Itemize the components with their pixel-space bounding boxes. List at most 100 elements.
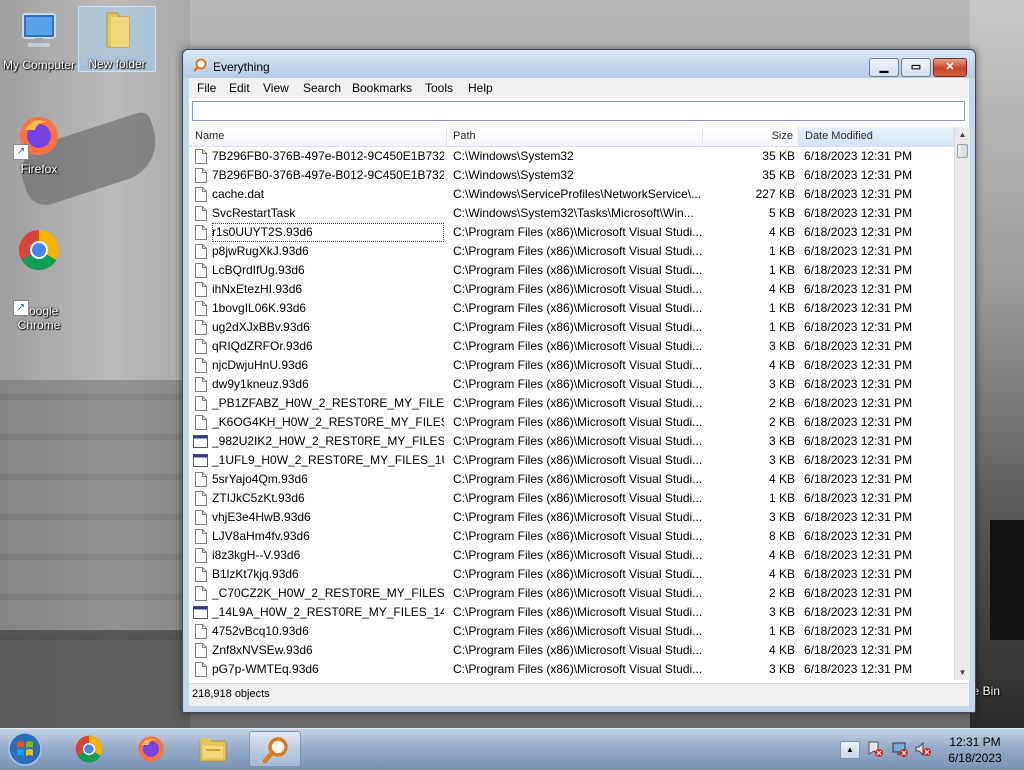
table-row[interactable]: ihNxEtezHI.93d6 C:\Program Files (x86)\Mi… (189, 280, 954, 299)
table-row[interactable]: 5srYajo4Qm.93d6 C:\Program Files (x86)\Mi… (189, 470, 954, 489)
cell-path: C:\Program Files (x86)\Microsoft Visual … (453, 605, 703, 619)
maximize-button[interactable]: ▭ (901, 58, 931, 77)
file-icon (195, 282, 207, 297)
table-row[interactable]: qRIQdZRFOr.93d6 C:\Program Files (x86)\Mi… (189, 337, 954, 356)
table-row[interactable]: B1lzKt7kjq.93d6 C:\Program Files (x86)\Mi… (189, 565, 954, 584)
desktop-icon-my-computer[interactable]: My Computer (1, 8, 77, 72)
cell-path: C:\Windows\ServiceProfiles\NetworkServic… (453, 187, 702, 201)
table-row[interactable]: _C70CZ2K_H0W_2_REST0RE_MY_FILES_C7... C:\… (189, 584, 954, 603)
taskbar-explorer[interactable] (187, 731, 239, 767)
everything-window: Everything ▁ ▭ ✕ File Edit View Search B… (182, 49, 976, 713)
desktop-icon-label: New folder (88, 57, 146, 71)
scroll-up-arrow-icon[interactable]: ▲ (955, 127, 970, 142)
cell-size: 1 KB (768, 301, 795, 315)
cell-path: C:\Program Files (x86)\Microsoft Visual … (453, 529, 703, 543)
table-row[interactable]: vhjE3e4HwB.93d6 C:\Program Files (x86)\Mi… (189, 508, 954, 527)
vertical-scrollbar[interactable]: ▲ ▼ (954, 127, 970, 680)
title-bar[interactable]: Everything ▁ ▭ ✕ (183, 50, 975, 78)
cell-date: 6/18/2023 12:31 PM (804, 320, 913, 334)
menu-search[interactable]: Search (303, 81, 341, 95)
cell-name: LcBQrdIfUg.93d6 (212, 263, 305, 277)
clock-time: 12:31 PM (949, 735, 1001, 749)
taskbar-clock[interactable]: 12:31 PM 6/18/2023 (930, 734, 1020, 766)
cell-size: 3 KB (768, 453, 795, 467)
table-row[interactable]: _14L9A_H0W_2_REST0RE_MY_FILES_14L9A... C:… (189, 603, 954, 622)
menu-tools[interactable]: Tools (425, 81, 453, 95)
taskbar: ▲ 12:31 PM 6/18/2023 (0, 728, 1024, 769)
scroll-down-arrow-icon[interactable]: ▼ (955, 665, 970, 680)
table-row[interactable]: p8jwRugXkJ.93d6 C:\Program Files (x86)\Mi… (189, 242, 954, 261)
table-row[interactable]: LcBQrdIfUg.93d6 C:\Program Files (x86)\Mi… (189, 261, 954, 280)
table-row[interactable]: pG7p-WMTEq.93d6 C:\Program Files (x86)\Mi… (189, 660, 954, 679)
search-input[interactable] (192, 101, 965, 121)
table-row[interactable]: Znf8xNVSEw.93d6 C:\Program Files (x86)\Mi… (189, 641, 954, 660)
table-row[interactable]: _982U2IK2_H0W_2_REST0RE_MY_FILES_982... C… (189, 432, 954, 451)
table-row[interactable]: cache.dat C:\Windows\ServiceProfiles\Netw… (189, 185, 954, 204)
taskbar-everything[interactable] (249, 731, 301, 767)
table-row[interactable]: _K6OG4KH_H0W_2_REST0RE_MY_FILES_K6... C:\… (189, 413, 954, 432)
column-header-name[interactable]: Name (189, 127, 447, 146)
column-header-path[interactable]: Path (447, 127, 703, 146)
taskbar-firefox[interactable] (125, 731, 177, 767)
menu-bookmarks[interactable]: Bookmarks (352, 81, 412, 95)
cell-date: 6/18/2023 12:31 PM (804, 510, 913, 524)
action-center-icon[interactable] (866, 740, 884, 758)
cell-date: 6/18/2023 12:31 PM (804, 434, 913, 448)
cell-path: C:\Program Files (x86)\Microsoft Visual … (453, 586, 703, 600)
cell-size: 3 KB (768, 377, 795, 391)
cell-size: 4 KB (768, 282, 795, 296)
menu-edit[interactable]: Edit (229, 81, 250, 95)
cell-name: B1lzKt7kjq.93d6 (212, 567, 299, 581)
table-row[interactable]: ZTIJkC5zKt.93d6 C:\Program Files (x86)\Mi… (189, 489, 954, 508)
table-row[interactable]: njcDwjuHnU.93d6 C:\Program Files (x86)\Mi… (189, 356, 954, 375)
table-row[interactable]: i8z3kgH--V.93d6 C:\Program Files (x86)\Mi… (189, 546, 954, 565)
scrollbar-thumb[interactable] (957, 144, 968, 158)
explorer-icon (199, 738, 227, 762)
results-list[interactable]: 7B296FB0-376B-497e-B012-9C450E1B7327... C… (189, 147, 954, 680)
window-title: Everything (213, 60, 270, 74)
menu-view[interactable]: View (263, 81, 289, 95)
column-header-date-label: Date Modified (805, 130, 873, 142)
cell-name: _PB1ZFABZ_H0W_2_REST0RE_MY_FILES_P... (212, 396, 444, 410)
cell-date: 6/18/2023 12:31 PM (804, 263, 913, 277)
file-icon (195, 339, 207, 354)
cell-path: C:\Program Files (x86)\Microsoft Visual … (453, 225, 703, 239)
taskbar-chrome[interactable] (63, 731, 115, 767)
menu-file[interactable]: File (197, 81, 216, 95)
desktop-icon-firefox[interactable]: ↗ Firefox (1, 112, 77, 176)
table-row[interactable]: LJV8aHm4fv.93d6 C:\Program Files (x86)\Mi… (189, 527, 954, 546)
minimize-button[interactable]: ▁ (869, 58, 899, 77)
table-row[interactable]: 4752vBcq10.93d6 C:\Program Files (x86)\Mi… (189, 622, 954, 641)
cell-path: C:\Program Files (x86)\Microsoft Visual … (453, 510, 703, 524)
cell-size: 2 KB (768, 396, 795, 410)
cell-size: 3 KB (768, 605, 795, 619)
file-icon (195, 149, 207, 164)
cell-path: C:\Program Files (x86)\Microsoft Visual … (453, 548, 703, 562)
desktop-icon-new-folder[interactable]: New folder (78, 6, 156, 72)
desktop-icon-chrome[interactable]: ↗ Google Chrome (1, 212, 77, 332)
column-header-size[interactable]: Size (703, 127, 799, 146)
table-row[interactable]: 1bovgIL06K.93d6 C:\Program Files (x86)\Mi… (189, 299, 954, 318)
network-icon[interactable] (891, 740, 909, 758)
table-row[interactable]: 7B296FB0-376B-497e-B012-9C450E1B7327... C… (189, 147, 954, 166)
table-row[interactable]: 7B296FB0-376B-497e-B012-9C450E1B7327... C… (189, 166, 954, 185)
table-row[interactable]: ug2dXJxBBv.93d6 C:\Program Files (x86)\Mi… (189, 318, 954, 337)
cell-path: C:\Program Files (x86)\Microsoft Visual … (453, 567, 703, 581)
table-row[interactable]: r1s0UUYT2S.93d6 C:\Program Files (x86)\Mi… (189, 223, 954, 242)
html-file-icon (193, 606, 208, 619)
table-row[interactable]: _1UFL9_H0W_2_REST0RE_MY_FILES_1UFL9... C:… (189, 451, 954, 470)
desktop-icon-label: My Computer (2, 58, 76, 72)
show-hidden-icons-button[interactable]: ▲ (840, 741, 860, 759)
column-header-date[interactable]: Date Modified ▼ (799, 127, 954, 146)
cell-size: 3 KB (768, 510, 795, 524)
file-icon (195, 168, 207, 183)
table-row[interactable]: _PB1ZFABZ_H0W_2_REST0RE_MY_FILES_P... C:\… (189, 394, 954, 413)
close-button[interactable]: ✕ (933, 58, 967, 77)
cell-path: C:\Program Files (x86)\Microsoft Visual … (453, 301, 703, 315)
table-row[interactable]: SvcRestartTask C:\Windows\System32\Tasks\… (189, 204, 954, 223)
table-row[interactable]: dw9y1kneuz.93d6 C:\Program Files (x86)\Mi… (189, 375, 954, 394)
cell-size: 3 KB (768, 339, 795, 353)
start-button[interactable] (5, 731, 45, 767)
html-file-icon (193, 454, 208, 467)
menu-help[interactable]: Help (468, 81, 493, 95)
